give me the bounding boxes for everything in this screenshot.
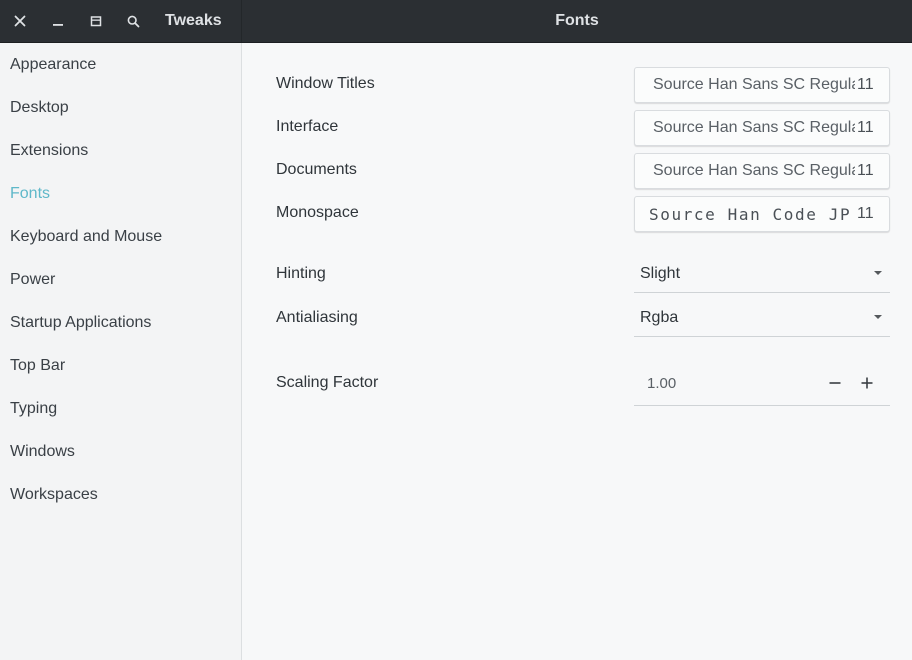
close-icon (14, 15, 26, 27)
hinting-label: Hinting (276, 265, 326, 282)
window-titles-label: Window Titles (276, 75, 375, 92)
window-titles-font-name: Source Han Sans SC Regular (653, 76, 855, 93)
documents-font-name: Source Han Sans SC Regular (653, 162, 855, 179)
interface-font-button[interactable]: Source Han Sans SC Regular 11 (634, 110, 890, 146)
monospace-font-size: 11 (857, 205, 874, 222)
interface-font-size: 11 (857, 119, 874, 136)
close-button[interactable] (5, 0, 35, 42)
search-button[interactable] (118, 0, 148, 42)
fonts-panel: Window Titles Source Han Sans SC Regular… (242, 43, 912, 660)
scaling-factor-label: Scaling Factor (276, 374, 379, 391)
antialiasing-value: Rgba (640, 309, 679, 326)
monospace-label: Monospace (276, 204, 359, 221)
sidebar-item-typing[interactable]: Typing (0, 387, 241, 430)
scaling-factor-input[interactable] (634, 361, 814, 407)
window-titles-font-size: 11 (857, 76, 874, 93)
documents-font-button[interactable]: Source Han Sans SC Regular 11 (634, 153, 890, 189)
sidebar-item-keyboard-and-mouse[interactable]: Keyboard and Mouse (0, 215, 241, 258)
sidebar-item-appearance[interactable]: Appearance (0, 43, 241, 86)
minimize-icon (53, 24, 63, 26)
minus-icon (829, 382, 841, 384)
restore-button[interactable] (81, 0, 111, 42)
restore-icon (90, 16, 102, 27)
page-title: Fonts (555, 12, 599, 29)
sidebar-item-power[interactable]: Power (0, 258, 241, 301)
monospace-font-name: Source Han Code JP M (649, 204, 855, 224)
documents-label: Documents (276, 161, 357, 178)
app-title: Tweaks (165, 12, 222, 29)
dropdown-arrow-icon (874, 315, 882, 319)
header-bar: Tweaks Fonts (0, 0, 912, 43)
sidebar-item-startup-applications[interactable]: Startup Applications (0, 301, 241, 344)
window-titles-font-button[interactable]: Source Han Sans SC Regular 11 (634, 67, 890, 103)
documents-font-size: 11 (857, 162, 874, 179)
monospace-font-button[interactable]: Source Han Code JP M 11 (634, 196, 890, 232)
sidebar-item-top-bar[interactable]: Top Bar (0, 344, 241, 387)
hinting-combo[interactable]: Slight (634, 256, 890, 293)
antialiasing-label: Antialiasing (276, 309, 358, 326)
sidebar-item-workspaces[interactable]: Workspaces (0, 473, 241, 516)
interface-font-name: Source Han Sans SC Regular (653, 119, 855, 136)
interface-label: Interface (276, 118, 339, 135)
decrease-button[interactable] (819, 361, 851, 405)
search-icon (127, 15, 139, 27)
plus-icon (861, 377, 873, 389)
sidebar-item-fonts[interactable]: Fonts (0, 172, 241, 215)
sidebar-item-desktop[interactable]: Desktop (0, 86, 241, 129)
sidebar-item-windows[interactable]: Windows (0, 430, 241, 473)
dropdown-arrow-icon (874, 271, 882, 275)
minimize-button[interactable] (43, 0, 73, 42)
increase-button[interactable] (851, 361, 883, 405)
sidebar-item-extensions[interactable]: Extensions (0, 129, 241, 172)
antialiasing-combo[interactable]: Rgba (634, 300, 890, 337)
sidebar: Appearance Desktop Extensions Fonts Keyb… (0, 43, 242, 660)
scaling-factor-spinbutton (634, 361, 890, 407)
hinting-value: Slight (640, 265, 681, 282)
